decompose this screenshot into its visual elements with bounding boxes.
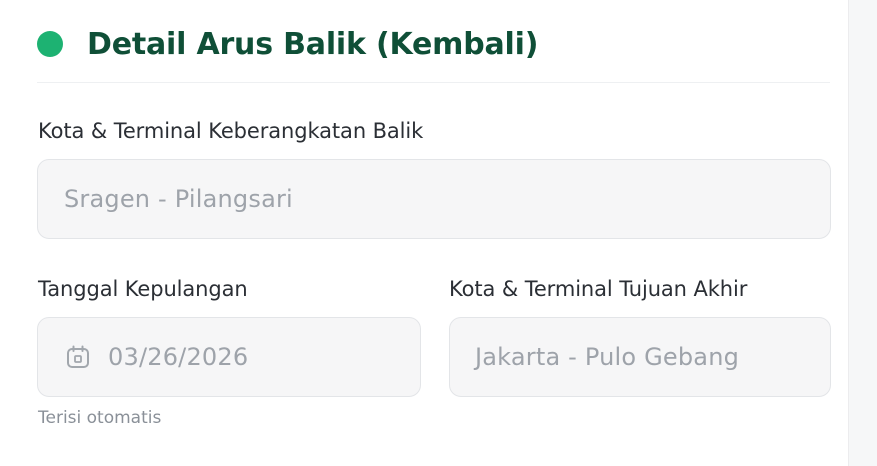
destination-terminal-field[interactable]: Jakarta - Pulo Gebang <box>449 317 831 397</box>
scroll-area-edge <box>848 0 877 466</box>
section-header: Detail Arus Balik (Kembali) <box>37 22 538 66</box>
return-date-label: Tanggal Kepulangan <box>38 277 248 301</box>
departure-terminal-value: Sragen - Pilangsari <box>64 185 293 213</box>
section-divider <box>37 82 830 83</box>
return-date-field[interactable]: 03/26/2026 <box>37 317 421 397</box>
destination-terminal-label: Kota & Terminal Tujuan Akhir <box>449 277 748 301</box>
departure-terminal-field[interactable]: Sragen - Pilangsari <box>37 159 831 239</box>
return-trip-form: Detail Arus Balik (Kembali) Kota & Termi… <box>0 0 877 466</box>
return-date-hint: Terisi otomatis <box>38 408 162 428</box>
destination-terminal-value: Jakarta - Pulo Gebang <box>475 343 740 371</box>
return-date-value: 03/26/2026 <box>108 343 249 371</box>
section-indicator-dot <box>37 31 63 57</box>
section-title: Detail Arus Balik (Kembali) <box>87 26 539 62</box>
departure-terminal-label: Kota & Terminal Keberangkatan Balik <box>38 119 424 143</box>
calendar-icon <box>65 344 91 370</box>
